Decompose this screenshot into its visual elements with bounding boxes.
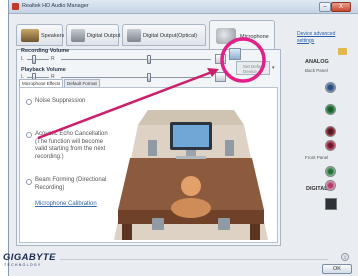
recording-volume-slider[interactable] (147, 55, 151, 64)
playback-volume-slider[interactable] (147, 73, 151, 82)
digital-output-icon (71, 29, 85, 42)
brand-subtitle: TECHNOLOGY (4, 263, 42, 267)
speaker-app-icon (12, 3, 19, 10)
room-illustration (114, 110, 268, 240)
close-button[interactable]: X (331, 2, 351, 12)
minimize-button[interactable]: – (319, 2, 331, 12)
ok-button[interactable]: OK (322, 264, 352, 274)
chevron-down-icon[interactable]: ▾ (272, 65, 275, 71)
front-headphone-jack-icon[interactable] (325, 166, 336, 177)
boost-settings-icon[interactable] (229, 48, 241, 60)
microphone-calibration-link[interactable]: Microphone Calibration (35, 201, 97, 209)
title-bar: Realtek HD Audio Manager – X (9, 0, 358, 14)
noise-suppression-radio[interactable] (26, 99, 32, 105)
tab-digital-output-optical[interactable]: Digital Output(Optical) (122, 24, 206, 46)
left-channel-label: L (21, 56, 24, 62)
line-in-jack-icon[interactable] (325, 82, 336, 93)
front-panel-label: Front Panel (305, 155, 329, 160)
echo-cancellation-radio[interactable] (26, 132, 32, 138)
echo-cancellation-label: Acoustic Echo Cancellation (The function… (35, 131, 108, 160)
back-panel-label: Back Panel (305, 68, 328, 73)
recording-volume-label: Recording Volume (21, 48, 70, 54)
volume-track (61, 77, 211, 78)
noise-suppression-label: Noise Suppression (35, 98, 86, 104)
playback-mute-button[interactable] (215, 72, 226, 82)
speaker-icon (21, 29, 39, 42)
set-default-device-dropdown[interactable]: Set Default Device (236, 61, 270, 75)
front-mic-jack-icon[interactable] (325, 140, 336, 151)
digital-port-icon[interactable] (325, 198, 337, 210)
folder-icon[interactable] (338, 48, 347, 55)
tab-microphone[interactable]: Microphone (209, 20, 275, 50)
right-channel-label: R (51, 56, 55, 62)
microphone-effects-content: Noise Suppression Acoustic Echo Cancella… (19, 87, 278, 243)
tab-label: Speakers (41, 33, 65, 39)
subtab-microphone-effects[interactable]: Microphone Effects (19, 79, 63, 87)
device-tabs: Speakers Digital Output Digital Output(O… (16, 20, 281, 50)
optical-output-icon (127, 29, 141, 42)
brand-name: GIGABYTE (3, 252, 56, 263)
info-icon[interactable]: i (341, 253, 349, 261)
subtab-default-format[interactable]: Default Format (64, 79, 100, 87)
volume-track (61, 59, 211, 60)
recording-mute-button[interactable] (215, 54, 226, 64)
recording-balance-slider[interactable] (32, 55, 36, 64)
playback-volume-label: Playback Volume (21, 67, 66, 73)
tab-label: Digital Output(Optical) (143, 33, 198, 39)
mic-in-jack-icon[interactable] (325, 126, 336, 137)
footer-divider (60, 259, 328, 260)
tab-label: Digital Output (87, 33, 121, 39)
beam-forming-label: Beam Forming (Directional Recording) (35, 177, 107, 191)
tab-label: Microphone (240, 34, 269, 40)
window-title: Realtek HD Audio Manager (22, 3, 89, 9)
microphone-panel: Recording Volume L R Playback Volume L R… (16, 48, 281, 246)
beam-forming-radio[interactable] (26, 179, 32, 185)
device-advanced-settings-link[interactable]: Device advanced settings (297, 31, 347, 44)
tab-digital-output[interactable]: Digital Output (66, 24, 121, 46)
digital-label: DIGITAL (306, 186, 328, 192)
microphone-icon (216, 28, 236, 44)
line-out-jack-icon[interactable] (325, 104, 336, 115)
balance-track (27, 77, 49, 78)
balance-track (27, 59, 49, 60)
tab-speakers[interactable]: Speakers (16, 24, 65, 46)
analog-label: ANALOG (305, 59, 329, 65)
